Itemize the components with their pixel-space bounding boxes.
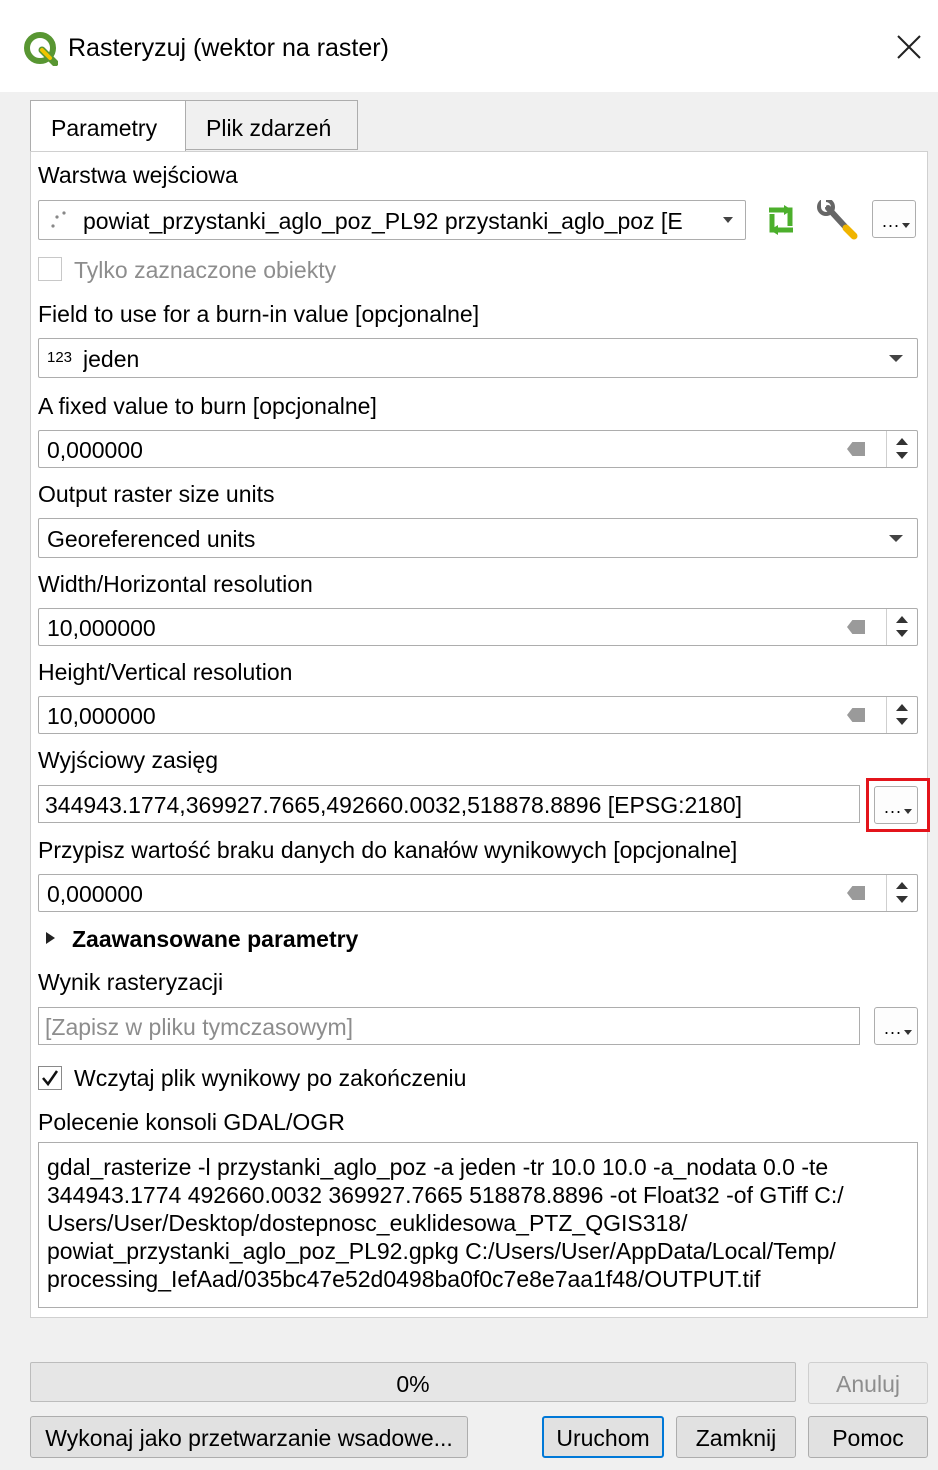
fixed-value-label: A fixed value to burn [opcjonalne] bbox=[38, 393, 377, 419]
window-title: Rasteryzuj (wektor na raster) bbox=[68, 34, 389, 62]
console-line: gdal_rasterize -l przystanki_aglo_poz -a… bbox=[47, 1154, 829, 1180]
output-label: Wynik rasteryzacji bbox=[38, 969, 224, 995]
spin-buttons[interactable] bbox=[886, 875, 917, 911]
input-layer-value: powiat_przystanki_aglo_poz_PL92 przystan… bbox=[83, 208, 683, 234]
dropdown-arrow-icon bbox=[904, 1030, 912, 1035]
size-units-value: Georeferenced units bbox=[47, 526, 256, 552]
spin-down-icon[interactable] bbox=[896, 718, 908, 725]
run-label: Uruchom bbox=[556, 1425, 650, 1451]
point-layer-icon bbox=[51, 211, 66, 228]
fixed-value-value: 0,000000 bbox=[47, 437, 143, 463]
spin-buttons[interactable] bbox=[886, 609, 917, 645]
size-units-label: Output raster size units bbox=[38, 481, 275, 507]
tab-parametry-label: Parametry bbox=[51, 115, 158, 141]
tab-parametry[interactable]: Parametry bbox=[30, 100, 186, 152]
clear-icon[interactable] bbox=[847, 442, 865, 456]
load-result-checkbox[interactable] bbox=[38, 1066, 62, 1090]
close-label: Zamknij bbox=[695, 1425, 777, 1451]
progress-bar: 0% bbox=[30, 1362, 796, 1402]
load-result-label: Wczytaj plik wynikowy po zakończeniu bbox=[74, 1065, 467, 1091]
wrench-icon[interactable] bbox=[816, 200, 860, 240]
dots-label: ... bbox=[884, 1018, 903, 1038]
console-line: processing_IefAad/035bc47e52d0498ba0f0c7… bbox=[47, 1266, 761, 1292]
console-line: 344943.1774 492660.0032 369927.7665 5188… bbox=[47, 1182, 844, 1208]
width-spinbox[interactable]: 10,000000 bbox=[38, 608, 918, 646]
extent-value: 344943.1774,369927.7665,492660.0032,5188… bbox=[45, 792, 743, 818]
progress-text: 0% bbox=[396, 1371, 430, 1397]
selected-only-label: Tylko zaznaczone obiekty bbox=[74, 257, 337, 283]
title-bar: Rasteryzuj (wektor na raster) bbox=[0, 0, 938, 92]
burn-field-value: jeden bbox=[83, 346, 140, 372]
input-layer-combo[interactable]: powiat_przystanki_aglo_poz_PL92 przystan… bbox=[38, 200, 746, 240]
spin-buttons[interactable] bbox=[886, 431, 917, 467]
close-button[interactable]: Zamknij bbox=[676, 1416, 796, 1458]
dropdown-arrow-icon bbox=[904, 809, 912, 814]
batch-label: Wykonaj jako przetwarzanie wsadowe... bbox=[45, 1425, 453, 1451]
tab-plik-zdarzen[interactable]: Plik zdarzeń bbox=[186, 100, 358, 150]
dropdown-arrow-icon bbox=[902, 223, 910, 228]
selected-only-checkbox[interactable] bbox=[38, 257, 62, 281]
spin-up-icon[interactable] bbox=[896, 704, 908, 711]
console-label: Polecenie konsoli GDAL/OGR bbox=[38, 1109, 345, 1135]
burn-field-label: Field to use for a burn-in value [opcjon… bbox=[38, 301, 480, 327]
height-value: 10,000000 bbox=[47, 703, 156, 729]
extent-input[interactable]: 344943.1774,369927.7665,492660.0032,5188… bbox=[38, 785, 860, 823]
nodata-value: 0,000000 bbox=[47, 881, 143, 907]
spin-up-icon[interactable] bbox=[896, 616, 908, 623]
cancel-button[interactable]: Anuluj bbox=[808, 1362, 928, 1404]
height-spinbox[interactable]: 10,000000 bbox=[38, 696, 918, 734]
cancel-label: Anuluj bbox=[836, 1371, 900, 1397]
clear-icon[interactable] bbox=[847, 708, 865, 722]
help-label: Pomoc bbox=[832, 1425, 904, 1451]
nodata-label: Przypisz wartość braku danych do kanałów… bbox=[38, 837, 738, 863]
width-label: Width/Horizontal resolution bbox=[38, 571, 313, 597]
burn-field-combo[interactable]: 123 jeden bbox=[38, 338, 918, 378]
console-line: Users/User/Desktop/dostepnosc_euklidesow… bbox=[47, 1210, 688, 1236]
extent-options-button[interactable]: ... bbox=[874, 786, 918, 824]
batch-process-button[interactable]: Wykonaj jako przetwarzanie wsadowe... bbox=[30, 1416, 468, 1458]
clear-icon[interactable] bbox=[847, 620, 865, 634]
console-line: powiat_przystanki_aglo_poz_PL92.gpkg C:/… bbox=[47, 1238, 836, 1264]
fixed-value-spinbox[interactable]: 0,000000 bbox=[38, 430, 918, 468]
spin-up-icon[interactable] bbox=[896, 438, 908, 445]
spin-down-icon[interactable] bbox=[896, 452, 908, 459]
output-options-button[interactable]: ... bbox=[874, 1007, 918, 1045]
size-units-combo[interactable]: Georeferenced units bbox=[38, 518, 918, 558]
nodata-spinbox[interactable]: 0,000000 bbox=[38, 874, 918, 912]
checkmark-icon bbox=[42, 1070, 59, 1087]
qgis-logo-icon bbox=[24, 32, 58, 66]
spin-down-icon[interactable] bbox=[896, 896, 908, 903]
expand-arrow-icon[interactable] bbox=[46, 932, 55, 944]
numeric-field-icon: 123 bbox=[47, 349, 73, 366]
spin-buttons[interactable] bbox=[886, 697, 917, 733]
output-placeholder: [Zapisz w pliku tymczasowym] bbox=[45, 1014, 354, 1040]
width-value: 10,000000 bbox=[47, 615, 156, 641]
chevron-down-icon bbox=[723, 217, 733, 223]
chevron-down-icon bbox=[889, 535, 903, 542]
output-input[interactable]: [Zapisz w pliku tymczasowym] bbox=[38, 1007, 860, 1045]
extent-label: Wyjściowy zasięg bbox=[38, 747, 219, 773]
spin-down-icon[interactable] bbox=[896, 630, 908, 637]
close-icon[interactable] bbox=[894, 32, 924, 62]
height-label: Height/Vertical resolution bbox=[38, 659, 293, 685]
advanced-parameters-toggle[interactable]: Zaawansowane parametry bbox=[72, 926, 358, 953]
tab-plik-zdarzen-label: Plik zdarzeń bbox=[206, 115, 332, 141]
help-button[interactable]: Pomoc bbox=[808, 1416, 928, 1458]
dots-label: ... bbox=[884, 797, 903, 817]
input-layer-options-button[interactable]: ... bbox=[872, 200, 916, 238]
spin-up-icon[interactable] bbox=[896, 882, 908, 889]
iterate-icon[interactable] bbox=[762, 204, 800, 236]
chevron-down-icon bbox=[889, 355, 903, 362]
gdal-command-text[interactable]: gdal_rasterize -l przystanki_aglo_poz -a… bbox=[38, 1142, 918, 1308]
input-layer-label: Warstwa wejściowa bbox=[38, 162, 238, 188]
run-button[interactable]: Uruchom bbox=[542, 1416, 664, 1458]
clear-icon[interactable] bbox=[847, 886, 865, 900]
dots-label: ... bbox=[882, 211, 901, 231]
